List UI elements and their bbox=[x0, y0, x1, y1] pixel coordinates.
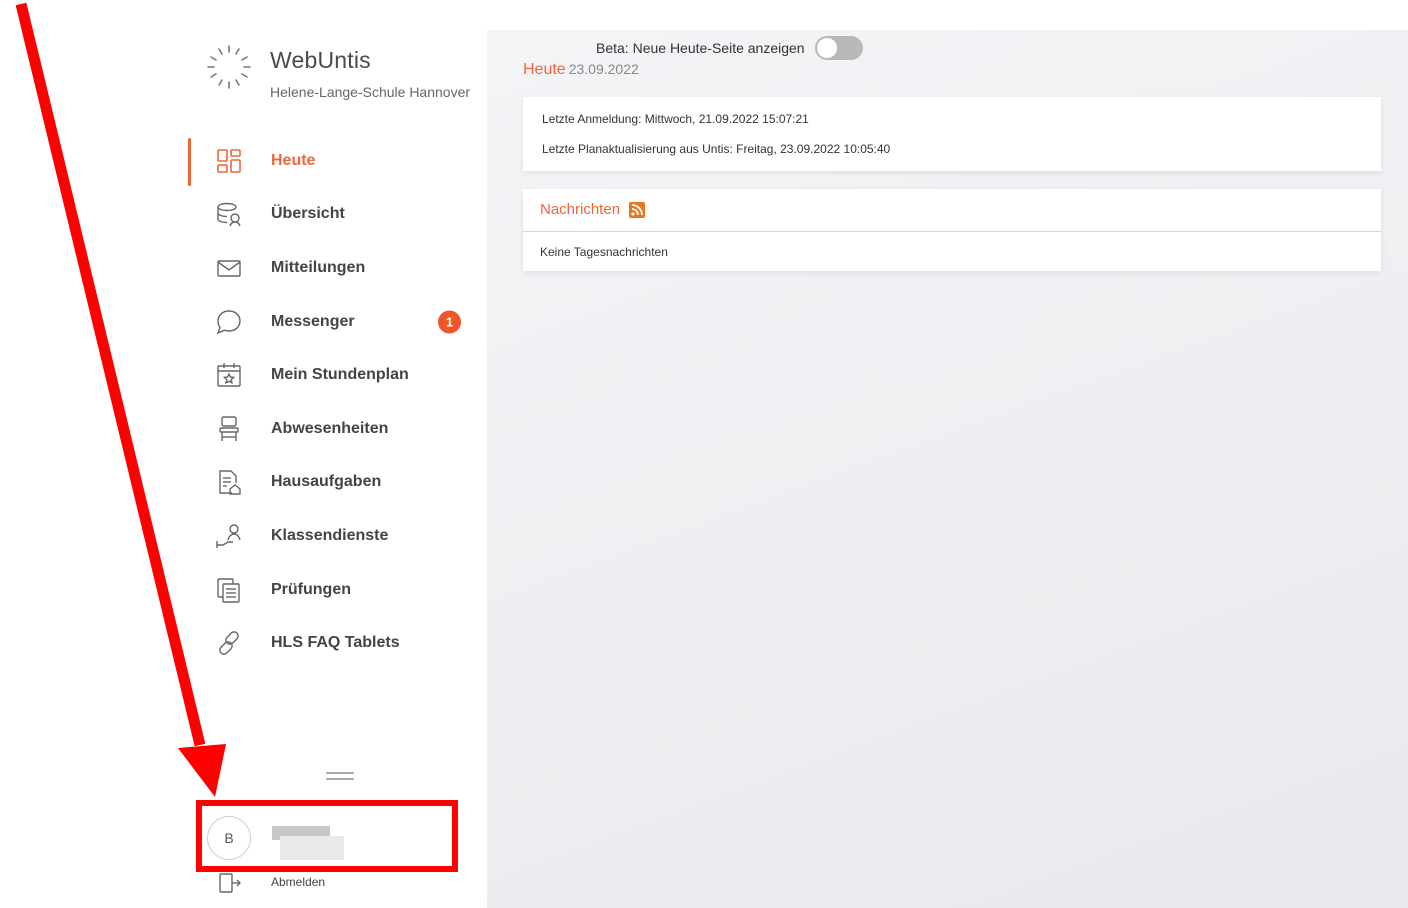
nav-item-heute[interactable]: Heute bbox=[0, 134, 487, 188]
page-title-text: Heute bbox=[523, 61, 566, 78]
page-title: Heute 23.09.2022 bbox=[523, 61, 639, 79]
nav-label: Klassendienste bbox=[271, 526, 389, 544]
news-title: Nachrichten bbox=[540, 201, 621, 218]
nav-item-abwesenheiten[interactable]: Abwesenheiten bbox=[0, 402, 487, 456]
app-title: WebUntis bbox=[270, 47, 371, 73]
nav-label: HLS FAQ Tablets bbox=[271, 634, 400, 652]
chat-bubble-icon bbox=[216, 309, 241, 334]
user-name-redacted[interactable] bbox=[272, 824, 344, 860]
nav-label: Messenger bbox=[271, 312, 355, 330]
news-empty-text: Keine Tagesnachrichten bbox=[540, 245, 668, 259]
last-login-text: Letzte Anmeldung: Mittwoch, 21.09.2022 1… bbox=[542, 112, 809, 126]
beta-toggle-switch[interactable] bbox=[814, 36, 863, 60]
nav-item-messenger[interactable]: Messenger 1 bbox=[0, 295, 487, 349]
nav-item-uebersicht[interactable]: Übersicht bbox=[0, 188, 487, 242]
unread-badge: 1 bbox=[438, 310, 461, 334]
mail-icon bbox=[217, 260, 241, 277]
dashboard-icon bbox=[217, 148, 241, 173]
class-duty-icon bbox=[216, 524, 241, 548]
last-update-text: Letzte Planaktualisierung aus Untis: Fre… bbox=[542, 142, 891, 156]
beta-toggle-row: Beta: Neue Heute-Seite anzeigen bbox=[596, 36, 863, 60]
nav-label: Abwesenheiten bbox=[271, 419, 389, 437]
rss-feed-icon[interactable] bbox=[629, 202, 645, 218]
logout-link[interactable]: Abmelden bbox=[271, 875, 325, 889]
nav-label: Hausaufgaben bbox=[271, 473, 382, 491]
nav-item-klassendienste[interactable]: Klassendienste bbox=[0, 509, 487, 563]
nav-item-hls-faq-tablets[interactable]: HLS FAQ Tablets bbox=[0, 616, 487, 670]
nav-label: Prüfungen bbox=[271, 580, 351, 598]
nav-item-pruefungen[interactable]: Prüfungen bbox=[0, 563, 487, 617]
user-avatar[interactable]: B bbox=[207, 816, 251, 860]
nav-label: Mitteilungen bbox=[271, 258, 366, 276]
login-info-card: Letzte Anmeldung: Mittwoch, 21.09.2022 1… bbox=[523, 97, 1381, 171]
nav-item-stundenplan[interactable]: Mein Stundenplan bbox=[0, 348, 487, 402]
sidebar: WebUntis Helene-Lange-Schule Hannover He… bbox=[0, 0, 487, 908]
page-date: 23.09.2022 bbox=[568, 61, 639, 77]
webuntis-logo-icon bbox=[207, 45, 251, 89]
beta-label: Beta: Neue Heute-Seite anzeigen bbox=[596, 40, 805, 56]
main-navigation: Heute Übersicht Mitteilungen Messenger 1 bbox=[0, 134, 487, 670]
link-icon bbox=[219, 631, 239, 655]
overview-icon bbox=[217, 203, 241, 227]
nav-label: Übersicht bbox=[271, 205, 345, 223]
chair-icon bbox=[219, 416, 239, 441]
news-card-header: Nachrichten bbox=[523, 189, 1381, 232]
nav-item-hausaufgaben[interactable]: Hausaufgaben bbox=[0, 456, 487, 510]
nav-item-mitteilungen[interactable]: Mitteilungen bbox=[0, 241, 487, 295]
exams-icon bbox=[217, 577, 240, 603]
school-name: Helene-Lange-Schule Hannover bbox=[270, 84, 471, 100]
nav-label: Mein Stundenplan bbox=[271, 366, 409, 384]
calendar-star-icon bbox=[217, 363, 241, 387]
logout-icon[interactable] bbox=[216, 871, 242, 895]
sidebar-collapse-handle[interactable] bbox=[326, 772, 354, 784]
nav-label: Heute bbox=[271, 151, 316, 169]
homework-icon bbox=[219, 470, 241, 496]
news-card: Nachrichten Keine Tagesnachrichten bbox=[523, 189, 1381, 271]
